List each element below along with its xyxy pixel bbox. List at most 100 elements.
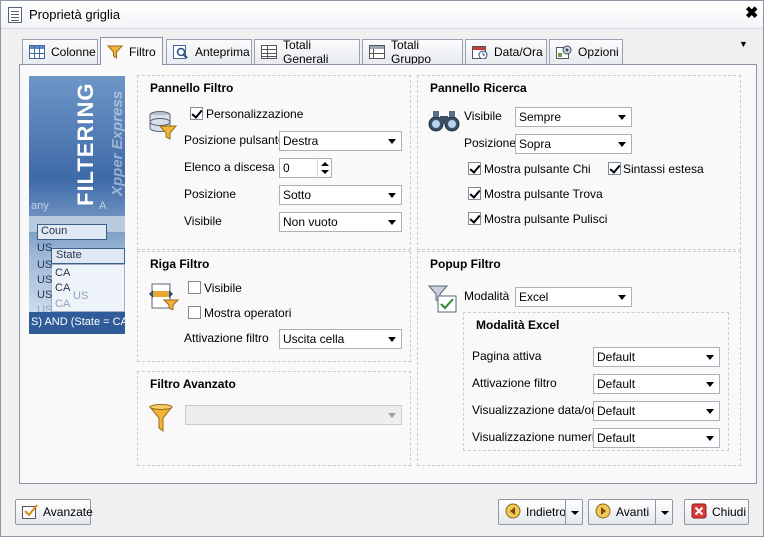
mostra-chiudi-label: Mostra pulsante Chiudi bbox=[484, 162, 591, 176]
pagina-attiva-select[interactable]: Default bbox=[593, 347, 720, 367]
mostra-pulisci-checkbox[interactable] bbox=[468, 212, 481, 225]
modalita-select[interactable]: Excel bbox=[515, 287, 632, 307]
title-bar: Proprietà griglia ✖ bbox=[1, 1, 763, 29]
filter-panel-icon bbox=[148, 110, 178, 143]
funnel-icon bbox=[148, 404, 174, 437]
personalizzazione-checkbox[interactable] bbox=[190, 107, 203, 120]
tab-label: Anteprima bbox=[195, 45, 250, 59]
avanti-dropdown-chevron-down-icon[interactable] bbox=[655, 499, 673, 525]
tab-label: Opzioni bbox=[578, 45, 619, 59]
tab-colonne[interactable]: Colonne bbox=[22, 39, 98, 64]
popup-filter-icon bbox=[427, 284, 458, 317]
dialog-window: Proprietà griglia ✖ Colonne Filtro Antep… bbox=[0, 0, 764, 537]
visualizzazione-numeri-label: Visualizzazione numeri bbox=[472, 430, 595, 444]
spinner-value: 0 bbox=[283, 161, 290, 175]
posizione-pulsante-select[interactable]: Destra bbox=[279, 131, 402, 151]
elenco-a-discesa-label: Elenco a discesa bbox=[184, 160, 275, 174]
group-filtro-avanzato: Filtro Avanzato bbox=[137, 371, 411, 466]
forward-arrow-icon bbox=[595, 503, 611, 522]
banner-subtitle: Xpper Express bbox=[109, 90, 125, 196]
binoculars-icon bbox=[428, 110, 460, 137]
mostra-trova-checkbox[interactable] bbox=[468, 187, 481, 200]
visualizzazione-data-ora-label: Visualizzazione data/ora bbox=[472, 403, 602, 417]
group-riga-filtro: Riga Filtro Visibile Mostra operatori At… bbox=[137, 251, 411, 362]
banner-fragment: US bbox=[73, 290, 89, 302]
tab-opzioni[interactable]: Opzioni bbox=[549, 39, 623, 64]
posizione-select[interactable]: Sotto bbox=[279, 185, 402, 205]
mostra-chiudi-checkbox[interactable] bbox=[468, 162, 481, 175]
visualizzazione-data-ora-select[interactable]: Default bbox=[593, 401, 720, 421]
excel-attivazione-filtro-select[interactable]: Default bbox=[593, 374, 720, 394]
personalizzazione-label: Personalizzazione bbox=[206, 107, 304, 121]
pagina-attiva-label: Pagina attiva bbox=[472, 349, 542, 363]
mostra-operatori-label: Mostra operatori bbox=[204, 306, 292, 320]
sintassi-estesa-checkbox[interactable] bbox=[608, 162, 621, 175]
sintassi-estesa-label: Sintassi estesa bbox=[623, 162, 704, 176]
ricerca-visibile-select[interactable]: Sempre bbox=[515, 107, 632, 127]
group-title: Pannello Ricerca bbox=[430, 81, 527, 95]
tab-label: Data/Ora bbox=[494, 45, 543, 59]
avanti-button[interactable]: Avanti bbox=[588, 499, 657, 525]
banner-fragment: State bbox=[56, 249, 82, 261]
visibile-select[interactable]: Non vuoto bbox=[279, 212, 402, 232]
banner-fragment: A bbox=[99, 200, 107, 212]
indietro-button[interactable]: Indietro bbox=[498, 499, 567, 525]
group-pannello-ricerca: Pannello Ricerca Visibile Sempre Posizio… bbox=[417, 75, 741, 250]
ricerca-visibile-label: Visibile bbox=[464, 109, 502, 123]
button-label: Indietro bbox=[526, 505, 567, 519]
avanzate-button[interactable]: Avanzate bbox=[15, 499, 93, 525]
tab-label: Colonne bbox=[51, 45, 96, 59]
group-pannello-filtro: Pannello Filtro Personalizzazione Posizi… bbox=[137, 75, 411, 250]
filter-row-icon bbox=[148, 282, 180, 313]
mostra-operatori-checkbox[interactable] bbox=[188, 306, 201, 319]
modalita-label: Modalità bbox=[464, 289, 510, 303]
tab-label: Totali Gruppo bbox=[391, 38, 432, 66]
banner-word: FILTERING bbox=[73, 82, 98, 206]
group-title: Modalità Excel bbox=[476, 318, 560, 332]
riga-visibile-checkbox[interactable] bbox=[188, 281, 201, 294]
banner-fragment: any bbox=[31, 200, 49, 212]
tab-data-ora[interactable]: Data/Ora bbox=[465, 39, 547, 64]
close-icon[interactable]: ✖ bbox=[745, 6, 758, 22]
banner-fragment: CA bbox=[55, 267, 71, 279]
indietro-dropdown-chevron-down-icon[interactable] bbox=[565, 499, 583, 525]
ricerca-posizione-select[interactable]: Sopra bbox=[515, 134, 632, 154]
spin-up-icon[interactable] bbox=[321, 162, 329, 166]
group-popup-filtro: Popup Filtro Modalità Excel Modalità Exc… bbox=[417, 251, 741, 466]
advanced-settings-icon bbox=[22, 503, 38, 522]
tabs-menu-chevron-down-icon[interactable]: ▼ bbox=[739, 39, 748, 49]
banner-fragment: CA bbox=[55, 282, 71, 294]
banner-fragment: US bbox=[37, 259, 53, 271]
group-table-icon bbox=[369, 45, 385, 59]
tab-totali-generali[interactable]: Totali Generali bbox=[254, 38, 360, 66]
spinner-arrows[interactable] bbox=[317, 159, 331, 177]
filtering-banner-image: any A Coun State US US US US CA CA US CA… bbox=[29, 76, 125, 334]
filtro-avanzato-select[interactable] bbox=[185, 405, 402, 425]
tab-anteprima[interactable]: Anteprima bbox=[166, 39, 252, 64]
attivazione-filtro-select[interactable]: Uscita cella bbox=[279, 329, 402, 349]
tab-filtro[interactable]: Filtro bbox=[100, 37, 163, 65]
tab-label: Totali Generali bbox=[283, 38, 329, 66]
button-label: Avanti bbox=[616, 505, 650, 519]
magnifier-icon bbox=[173, 45, 189, 59]
close-icon bbox=[691, 503, 707, 522]
banner-fragment: Coun bbox=[41, 225, 68, 237]
riga-visibile-label: Visibile bbox=[204, 281, 242, 295]
tab-totali-gruppo[interactable]: Totali Gruppo bbox=[362, 38, 463, 66]
mostra-trova-label: Mostra pulsante Trova bbox=[484, 187, 603, 201]
posizione-label: Posizione bbox=[184, 187, 237, 201]
chiudi-button[interactable]: Chiudi bbox=[684, 499, 749, 525]
spin-down-icon[interactable] bbox=[321, 170, 329, 174]
visualizzazione-numeri-select[interactable]: Default bbox=[593, 428, 720, 448]
elenco-a-discesa-spinner[interactable]: 0 bbox=[279, 158, 332, 178]
options-icon bbox=[556, 45, 572, 59]
group-title: Popup Filtro bbox=[430, 257, 501, 271]
attivazione-filtro-label: Attivazione filtro bbox=[184, 331, 269, 345]
group-title: Riga Filtro bbox=[150, 257, 210, 271]
table-icon bbox=[261, 45, 277, 59]
grid-icon bbox=[29, 45, 45, 59]
banner-footer: S) AND (State = CA) bbox=[29, 312, 125, 334]
funnel-icon bbox=[106, 45, 124, 59]
visibile-label: Visibile bbox=[184, 214, 222, 228]
calendar-icon bbox=[472, 45, 488, 60]
